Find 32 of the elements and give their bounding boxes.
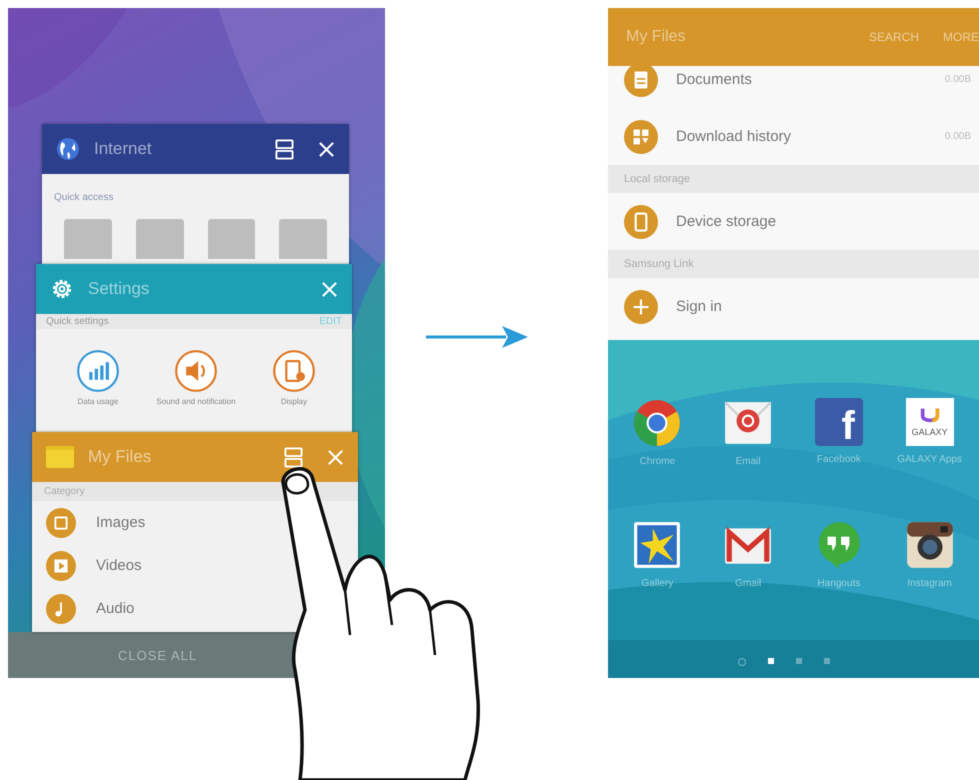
app-label: Gmail (734, 578, 762, 590)
app-window[interactable]: Internet Quick access (42, 124, 349, 264)
app-window[interactable]: Settings Quick settings EDIT Data usage Sound and notification Display (36, 264, 352, 432)
section-label: Quick access (53, 191, 114, 205)
window-title: Internet (94, 139, 153, 159)
section-header: Samsung Link (608, 250, 979, 278)
shortcut-label: Sound and notification (156, 397, 236, 406)
size-label: 0.00B (944, 74, 971, 85)
list-item[interactable]: Documents 0.00B (608, 66, 979, 108)
section-label: Quick settings (46, 316, 109, 327)
facebook-app-icon[interactable]: f (814, 398, 863, 446)
app-label: Facebook (816, 454, 862, 466)
size-label: 0.00B (944, 131, 971, 142)
app-title: My Files (626, 28, 687, 46)
app-label: Chrome (638, 456, 676, 468)
list-item[interactable]: Device storage (608, 193, 979, 250)
window-title: My Files (88, 447, 152, 467)
list-item[interactable]: Sign in (608, 278, 979, 335)
shortcut-label: Display (280, 397, 308, 406)
app-label: GALAXY Apps (896, 454, 964, 466)
app-label: Hangouts (816, 578, 862, 590)
section-header: Local storage (608, 165, 979, 193)
app-label: Instagram (906, 578, 953, 590)
shortcut-label: Data usage (78, 397, 118, 406)
window-title: Settings (88, 279, 150, 299)
app-label: Email (734, 456, 762, 468)
list-item[interactable]: Images (32, 501, 287, 544)
list-item[interactable]: Download history 0.00B (608, 108, 979, 165)
list-item[interactable]: Audio (32, 587, 287, 630)
galaxy-app-icon[interactable]: GALAXY (906, 398, 954, 446)
list-item[interactable]: Videos (32, 544, 287, 587)
app-label: Gallery (640, 578, 674, 590)
